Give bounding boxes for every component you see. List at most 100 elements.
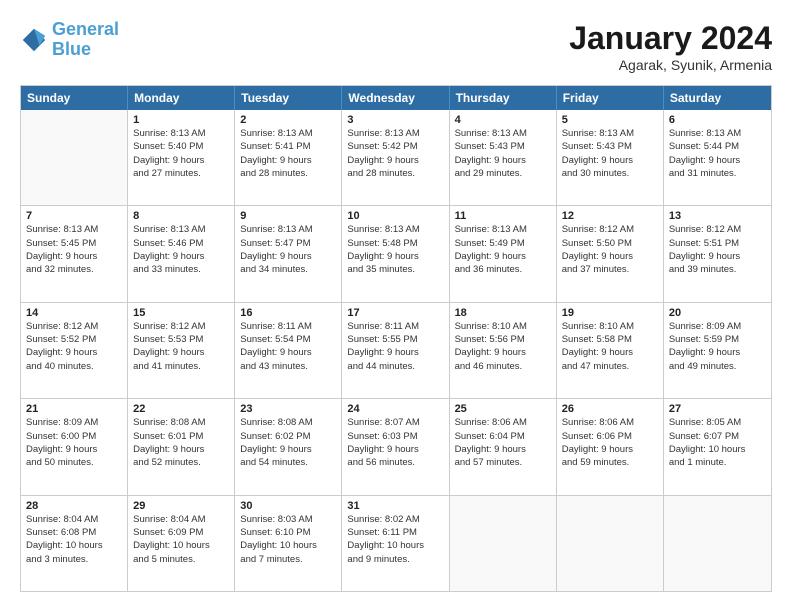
day-cell-24: 24Sunrise: 8:07 AMSunset: 6:03 PMDayligh… — [342, 399, 449, 494]
day-number: 28 — [26, 500, 122, 512]
day-number: 13 — [669, 210, 766, 222]
day-number: 16 — [240, 307, 336, 319]
day-info: Sunrise: 8:13 AMSunset: 5:40 PMDaylight:… — [133, 127, 229, 180]
day-info: Sunrise: 8:13 AMSunset: 5:45 PMDaylight:… — [26, 223, 122, 276]
header: General Blue January 2024 Agarak, Syunik… — [20, 20, 772, 73]
logo-line2: Blue — [52, 39, 91, 59]
day-number: 11 — [455, 210, 551, 222]
weekday-header-wednesday: Wednesday — [342, 86, 449, 110]
day-number: 24 — [347, 403, 443, 415]
day-number: 20 — [669, 307, 766, 319]
day-info: Sunrise: 8:07 AMSunset: 6:03 PMDaylight:… — [347, 416, 443, 469]
day-info: Sunrise: 8:03 AMSunset: 6:10 PMDaylight:… — [240, 513, 336, 566]
day-info: Sunrise: 8:13 AMSunset: 5:42 PMDaylight:… — [347, 127, 443, 180]
day-number: 3 — [347, 114, 443, 126]
weekday-header-tuesday: Tuesday — [235, 86, 342, 110]
day-cell-27: 27Sunrise: 8:05 AMSunset: 6:07 PMDayligh… — [664, 399, 771, 494]
day-number: 4 — [455, 114, 551, 126]
day-info: Sunrise: 8:06 AMSunset: 6:04 PMDaylight:… — [455, 416, 551, 469]
day-info: Sunrise: 8:06 AMSunset: 6:06 PMDaylight:… — [562, 416, 658, 469]
day-cell-15: 15Sunrise: 8:12 AMSunset: 5:53 PMDayligh… — [128, 303, 235, 398]
day-cell-3: 3Sunrise: 8:13 AMSunset: 5:42 PMDaylight… — [342, 110, 449, 205]
day-number: 21 — [26, 403, 122, 415]
day-cell-19: 19Sunrise: 8:10 AMSunset: 5:58 PMDayligh… — [557, 303, 664, 398]
title-section: January 2024 Agarak, Syunik, Armenia — [569, 20, 772, 73]
day-cell-21: 21Sunrise: 8:09 AMSunset: 6:00 PMDayligh… — [21, 399, 128, 494]
day-info: Sunrise: 8:13 AMSunset: 5:41 PMDaylight:… — [240, 127, 336, 180]
calendar-body: 1Sunrise: 8:13 AMSunset: 5:40 PMDaylight… — [21, 110, 771, 591]
day-number: 18 — [455, 307, 551, 319]
empty-cell — [664, 496, 771, 591]
calendar-row-1: 1Sunrise: 8:13 AMSunset: 5:40 PMDaylight… — [21, 110, 771, 206]
weekday-header-saturday: Saturday — [664, 86, 771, 110]
day-number: 7 — [26, 210, 122, 222]
day-info: Sunrise: 8:09 AMSunset: 5:59 PMDaylight:… — [669, 320, 766, 373]
calendar: SundayMondayTuesdayWednesdayThursdayFrid… — [20, 85, 772, 592]
day-cell-1: 1Sunrise: 8:13 AMSunset: 5:40 PMDaylight… — [128, 110, 235, 205]
day-info: Sunrise: 8:13 AMSunset: 5:49 PMDaylight:… — [455, 223, 551, 276]
location: Agarak, Syunik, Armenia — [569, 57, 772, 73]
logo-line1: General — [52, 19, 119, 39]
day-number: 27 — [669, 403, 766, 415]
page: General Blue January 2024 Agarak, Syunik… — [0, 0, 792, 612]
day-number: 1 — [133, 114, 229, 126]
day-cell-5: 5Sunrise: 8:13 AMSunset: 5:43 PMDaylight… — [557, 110, 664, 205]
day-cell-11: 11Sunrise: 8:13 AMSunset: 5:49 PMDayligh… — [450, 206, 557, 301]
day-cell-9: 9Sunrise: 8:13 AMSunset: 5:47 PMDaylight… — [235, 206, 342, 301]
day-number: 14 — [26, 307, 122, 319]
day-info: Sunrise: 8:10 AMSunset: 5:58 PMDaylight:… — [562, 320, 658, 373]
day-number: 8 — [133, 210, 229, 222]
weekday-header-sunday: Sunday — [21, 86, 128, 110]
day-info: Sunrise: 8:11 AMSunset: 5:54 PMDaylight:… — [240, 320, 336, 373]
calendar-row-3: 14Sunrise: 8:12 AMSunset: 5:52 PMDayligh… — [21, 303, 771, 399]
day-cell-26: 26Sunrise: 8:06 AMSunset: 6:06 PMDayligh… — [557, 399, 664, 494]
day-number: 10 — [347, 210, 443, 222]
day-cell-10: 10Sunrise: 8:13 AMSunset: 5:48 PMDayligh… — [342, 206, 449, 301]
day-cell-22: 22Sunrise: 8:08 AMSunset: 6:01 PMDayligh… — [128, 399, 235, 494]
day-cell-13: 13Sunrise: 8:12 AMSunset: 5:51 PMDayligh… — [664, 206, 771, 301]
calendar-row-5: 28Sunrise: 8:04 AMSunset: 6:08 PMDayligh… — [21, 496, 771, 591]
day-info: Sunrise: 8:13 AMSunset: 5:43 PMDaylight:… — [455, 127, 551, 180]
day-info: Sunrise: 8:12 AMSunset: 5:52 PMDaylight:… — [26, 320, 122, 373]
calendar-row-2: 7Sunrise: 8:13 AMSunset: 5:45 PMDaylight… — [21, 206, 771, 302]
day-number: 19 — [562, 307, 658, 319]
day-cell-29: 29Sunrise: 8:04 AMSunset: 6:09 PMDayligh… — [128, 496, 235, 591]
day-number: 2 — [240, 114, 336, 126]
day-info: Sunrise: 8:13 AMSunset: 5:43 PMDaylight:… — [562, 127, 658, 180]
day-cell-4: 4Sunrise: 8:13 AMSunset: 5:43 PMDaylight… — [450, 110, 557, 205]
day-number: 26 — [562, 403, 658, 415]
day-info: Sunrise: 8:12 AMSunset: 5:51 PMDaylight:… — [669, 223, 766, 276]
day-info: Sunrise: 8:04 AMSunset: 6:09 PMDaylight:… — [133, 513, 229, 566]
day-number: 23 — [240, 403, 336, 415]
day-number: 9 — [240, 210, 336, 222]
day-number: 25 — [455, 403, 551, 415]
day-cell-25: 25Sunrise: 8:06 AMSunset: 6:04 PMDayligh… — [450, 399, 557, 494]
day-info: Sunrise: 8:12 AMSunset: 5:53 PMDaylight:… — [133, 320, 229, 373]
day-info: Sunrise: 8:05 AMSunset: 6:07 PMDaylight:… — [669, 416, 766, 469]
day-number: 22 — [133, 403, 229, 415]
day-info: Sunrise: 8:13 AMSunset: 5:48 PMDaylight:… — [347, 223, 443, 276]
logo-icon — [20, 26, 48, 54]
logo-text: General Blue — [52, 20, 119, 60]
day-cell-6: 6Sunrise: 8:13 AMSunset: 5:44 PMDaylight… — [664, 110, 771, 205]
day-info: Sunrise: 8:02 AMSunset: 6:11 PMDaylight:… — [347, 513, 443, 566]
day-cell-14: 14Sunrise: 8:12 AMSunset: 5:52 PMDayligh… — [21, 303, 128, 398]
empty-cell — [450, 496, 557, 591]
day-cell-12: 12Sunrise: 8:12 AMSunset: 5:50 PMDayligh… — [557, 206, 664, 301]
weekday-header-monday: Monday — [128, 86, 235, 110]
day-cell-31: 31Sunrise: 8:02 AMSunset: 6:11 PMDayligh… — [342, 496, 449, 591]
day-cell-16: 16Sunrise: 8:11 AMSunset: 5:54 PMDayligh… — [235, 303, 342, 398]
day-cell-7: 7Sunrise: 8:13 AMSunset: 5:45 PMDaylight… — [21, 206, 128, 301]
logo: General Blue — [20, 20, 119, 60]
day-cell-18: 18Sunrise: 8:10 AMSunset: 5:56 PMDayligh… — [450, 303, 557, 398]
day-info: Sunrise: 8:10 AMSunset: 5:56 PMDaylight:… — [455, 320, 551, 373]
day-info: Sunrise: 8:13 AMSunset: 5:46 PMDaylight:… — [133, 223, 229, 276]
calendar-header: SundayMondayTuesdayWednesdayThursdayFrid… — [21, 86, 771, 110]
day-cell-23: 23Sunrise: 8:08 AMSunset: 6:02 PMDayligh… — [235, 399, 342, 494]
weekday-header-friday: Friday — [557, 86, 664, 110]
day-info: Sunrise: 8:08 AMSunset: 6:01 PMDaylight:… — [133, 416, 229, 469]
day-number: 5 — [562, 114, 658, 126]
day-number: 15 — [133, 307, 229, 319]
day-number: 12 — [562, 210, 658, 222]
day-number: 6 — [669, 114, 766, 126]
